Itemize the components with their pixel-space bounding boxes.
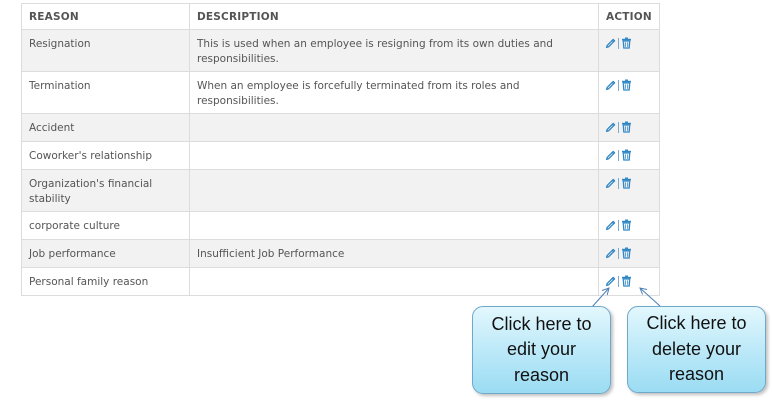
edit-callout: Click here to edit your reason — [472, 306, 611, 394]
edit-callout-arrow — [591, 287, 610, 308]
delete-callout-arrow — [639, 287, 661, 307]
delete-callout-text: Click here to delete your reason — [646, 313, 747, 385]
edit-callout-text: Click here to edit your reason — [491, 313, 592, 385]
delete-callout: Click here to delete your reason — [627, 306, 766, 393]
